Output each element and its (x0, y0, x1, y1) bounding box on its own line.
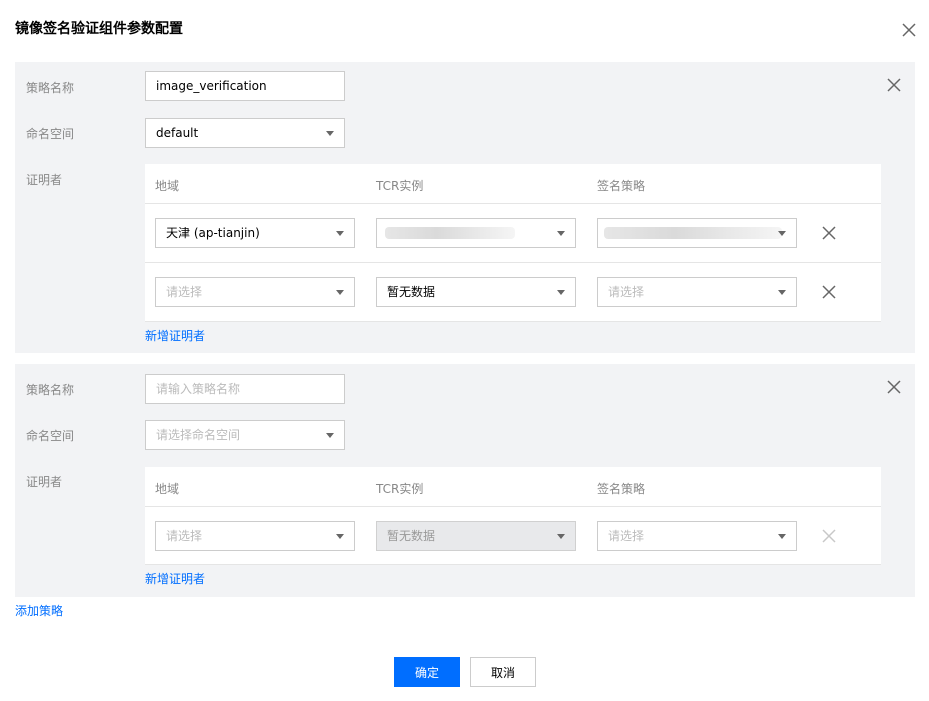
tcr-instance-select: 暂无数据 (376, 521, 576, 551)
table-header: 地域 TCR实例 签名策略 (145, 467, 881, 507)
add-policy-link[interactable]: 添加策略 (15, 602, 63, 619)
tcr-instance-select[interactable] (376, 218, 576, 248)
attestor-table: 地域 TCR实例 签名策略 请选择 暂无数据 请选择 (145, 467, 881, 565)
header-tcr-instance: TCR实例 (376, 482, 424, 496)
region-select[interactable]: 天津 (ap-tianjin) (155, 218, 355, 248)
chevron-down-icon (326, 433, 334, 438)
chevron-down-icon (778, 290, 786, 295)
region-placeholder: 请选择 (166, 285, 203, 299)
chevron-down-icon (557, 534, 565, 539)
attestor-label: 证明者 (26, 475, 63, 489)
signature-policy-placeholder: 请选择 (608, 285, 645, 299)
attestor-label: 证明者 (26, 173, 63, 187)
confirm-button[interactable]: 确定 (394, 657, 460, 687)
remove-policy-icon[interactable] (885, 378, 903, 396)
remove-row-icon (822, 529, 836, 543)
region-value: 天津 (ap-tianjin) (166, 226, 260, 240)
add-attestor-link[interactable]: 新增证明者 (145, 570, 205, 587)
remove-row-icon[interactable] (821, 225, 837, 241)
cancel-button[interactable]: 取消 (470, 657, 536, 687)
add-attestor-link[interactable]: 新增证明者 (145, 327, 205, 344)
header-signature-policy: 签名策略 (597, 179, 646, 193)
region-placeholder: 请选择 (166, 529, 203, 543)
remove-policy-icon[interactable] (885, 76, 903, 94)
chevron-down-icon (336, 231, 344, 236)
tcr-instance-value: 暂无数据 (387, 529, 436, 543)
region-select[interactable]: 请选择 (155, 521, 355, 551)
policy-panel-1: 策略名称 image_verification 命名空间 default 证明者… (15, 62, 915, 353)
table-header: 地域 TCR实例 签名策略 (145, 164, 881, 204)
tcr-instance-select[interactable]: 暂无数据 (376, 277, 576, 307)
namespace-select[interactable]: 请选择命名空间 (145, 420, 345, 450)
table-row: 请选择 暂无数据 请选择 (145, 507, 881, 565)
signature-policy-placeholder: 请选择 (608, 529, 645, 543)
tcr-instance-value: 暂无数据 (387, 285, 436, 299)
table-row: 天津 (ap-tianjin) (145, 204, 881, 263)
namespace-value: default (156, 126, 199, 140)
header-region: 地域 (155, 179, 180, 193)
chevron-down-icon (778, 534, 786, 539)
namespace-label: 命名空间 (26, 429, 75, 443)
close-icon[interactable] (898, 19, 920, 41)
region-select[interactable]: 请选择 (155, 277, 355, 307)
header-signature-policy: 签名策略 (597, 482, 646, 496)
attestor-table: 地域 TCR实例 签名策略 天津 (ap-tianjin) 请选择 暂无数据 请… (145, 164, 881, 322)
signature-policy-select[interactable]: 请选择 (597, 277, 797, 307)
policy-name-input[interactable]: image_verification (145, 71, 345, 101)
chevron-down-icon (557, 231, 565, 236)
redacted-value (385, 227, 515, 239)
chevron-down-icon (336, 290, 344, 295)
chevron-down-icon (557, 290, 565, 295)
chevron-down-icon (336, 534, 344, 539)
policy-name-input[interactable]: 请输入策略名称 (145, 374, 345, 404)
header-tcr-instance: TCR实例 (376, 179, 424, 193)
namespace-label: 命名空间 (26, 127, 75, 141)
chevron-down-icon (326, 131, 334, 136)
namespace-placeholder: 请选择命名空间 (156, 428, 241, 442)
policy-panel-2: 策略名称 请输入策略名称 命名空间 请选择命名空间 证明者 地域 TCR实例 签… (15, 364, 915, 597)
policy-name-label: 策略名称 (26, 383, 75, 397)
signature-policy-select[interactable] (597, 218, 797, 248)
dialog-title: 镜像签名验证组件参数配置 (15, 21, 183, 37)
chevron-down-icon (778, 231, 786, 236)
remove-row-icon[interactable] (821, 284, 837, 300)
header-region: 地域 (155, 482, 180, 496)
signature-policy-select[interactable]: 请选择 (597, 521, 797, 551)
namespace-select[interactable]: default (145, 118, 345, 148)
redacted-value (604, 227, 782, 239)
policy-name-label: 策略名称 (26, 81, 75, 95)
table-row: 请选择 暂无数据 请选择 (145, 263, 881, 322)
dialog: 镜像签名验证组件参数配置 策略名称 image_verification 命名空… (0, 0, 929, 701)
